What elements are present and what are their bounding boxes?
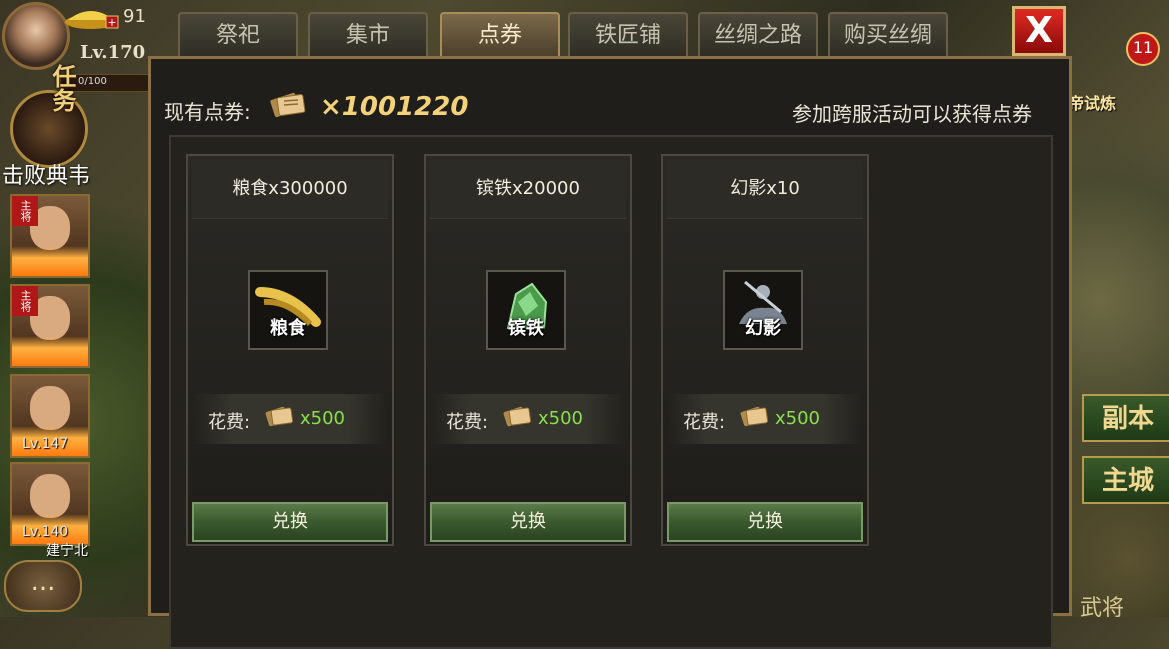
ticket-icon (270, 92, 306, 118)
gold-count: 91 (123, 6, 146, 27)
generals-label[interactable]: 武将 (1080, 590, 1124, 622)
hero-portrait[interactable]: Lv.147 (10, 374, 90, 458)
gold-ingot-icon: + (65, 11, 119, 29)
tab-silk-road[interactable]: 丝绸之路 (698, 12, 818, 58)
cost-value: x500 (538, 408, 584, 429)
cost-value: x500 (775, 408, 821, 429)
exp-text: 0/100 (78, 76, 107, 87)
cost-value: x500 (300, 408, 346, 429)
hero-tag: 主将 (12, 196, 38, 226)
points-value: ×1001220 (320, 92, 469, 122)
player-avatar[interactable] (2, 2, 70, 70)
ticket-icon (503, 406, 532, 427)
card-title: 幻影x10 (667, 160, 863, 219)
hero-face (30, 474, 70, 518)
flame-effect (12, 246, 88, 276)
notification-badge: 11 (1126, 32, 1160, 66)
close-button[interactable]: X (1012, 6, 1066, 56)
hero-portrait[interactable]: Lv.140 (10, 462, 90, 546)
tab-points[interactable]: 点券 (440, 12, 560, 58)
dungeon-button[interactable]: 副本 (1082, 394, 1169, 442)
ticket-icon (740, 406, 769, 427)
tab-market[interactable]: 集市 (308, 12, 428, 58)
points-label: 现有点券: (164, 100, 251, 124)
item-slot[interactable]: 幻影 (723, 270, 803, 350)
exchange-card: 幻影x10 幻影 花费: x500 兑换 (661, 154, 869, 546)
svg-text:+: + (107, 16, 116, 29)
hero-level: Lv.147 (22, 436, 69, 452)
exchange-button[interactable]: 兑换 (192, 502, 388, 542)
cost-row: 花费: x500 (430, 394, 626, 444)
task-description: 击败典韦 (2, 164, 91, 189)
cost-row: 花费: x500 (192, 394, 388, 444)
cost-label: 花费: (208, 412, 251, 433)
task-title: 任务 (48, 64, 76, 112)
hero-tag: 主将 (12, 286, 38, 316)
card-title: 镔铁x20000 (430, 160, 626, 219)
item-slot[interactable]: 镔铁 (486, 270, 566, 350)
main-city-button[interactable]: 主城 (1082, 456, 1169, 504)
city-label: 建宁北 (46, 543, 88, 559)
item-name: 镔铁 (508, 318, 544, 339)
hero-portrait[interactable]: 主将 (10, 194, 90, 278)
hero-face (30, 386, 70, 430)
promo-text: 参加跨服活动可以获得点券 (792, 102, 1032, 126)
item-name: 粮食 (270, 318, 306, 339)
hero-level: Lv.140 (22, 524, 69, 540)
exchange-card: 粮食x300000 粮食 花费: x500 兑换 (186, 154, 394, 546)
exchange-button[interactable]: 兑换 (430, 502, 626, 542)
hero-portrait[interactable]: 主将 (10, 284, 90, 368)
flame-effect (12, 336, 88, 366)
exchange-button[interactable]: 兑换 (667, 502, 863, 542)
tab-buy-silk[interactable]: 购买丝绸 (828, 12, 948, 58)
cost-label: 花费: (446, 412, 489, 433)
chat-button[interactable]: ... (4, 560, 82, 612)
ticket-icon (265, 406, 294, 427)
item-name: 幻影 (745, 318, 781, 339)
card-title: 粮食x300000 (192, 160, 388, 219)
cost-label: 花费: (683, 412, 726, 433)
item-slot[interactable]: 粮食 (248, 270, 328, 350)
exchange-card: 镔铁x20000 镔铁 花费: x500 兑换 (424, 154, 632, 546)
player-level: Lv.170 (80, 42, 146, 63)
trial-label[interactable]: 帝试炼 (1068, 90, 1116, 114)
tab-blacksmith[interactable]: 铁匠铺 (568, 12, 688, 58)
tab-sacrifice[interactable]: 祭祀 (178, 12, 298, 58)
cost-row: 花费: x500 (667, 394, 863, 444)
